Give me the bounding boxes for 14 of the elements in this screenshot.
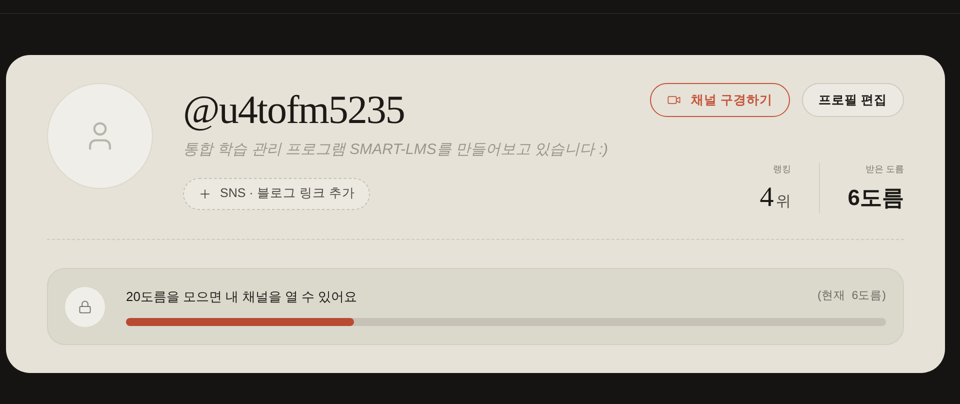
bio-text: 통합 학습 관리 프로그램 SMART-LMS를 만들어보고 있습니다 :) bbox=[183, 140, 608, 160]
video-icon bbox=[667, 93, 682, 107]
stat-label: 랭킹 bbox=[772, 163, 791, 176]
rank-unit: 위 bbox=[776, 192, 791, 212]
rank-number: 4 bbox=[760, 182, 774, 212]
plus-icon bbox=[198, 186, 212, 200]
goal-message: 20도름을 모으면 내 채널을 열 수 있어요 bbox=[126, 288, 358, 306]
add-link-button[interactable]: SNS · 블로그 링크 추가 bbox=[183, 178, 370, 210]
lock-icon bbox=[78, 300, 92, 314]
edit-profile-button[interactable]: 프로필 편집 bbox=[802, 83, 904, 117]
received-value: 6도름 bbox=[848, 184, 904, 212]
stat-label: 받은 도름 bbox=[865, 163, 904, 176]
current-count: (현재 6도름) bbox=[818, 288, 886, 304]
username: @u4tofm5235 bbox=[183, 87, 406, 133]
